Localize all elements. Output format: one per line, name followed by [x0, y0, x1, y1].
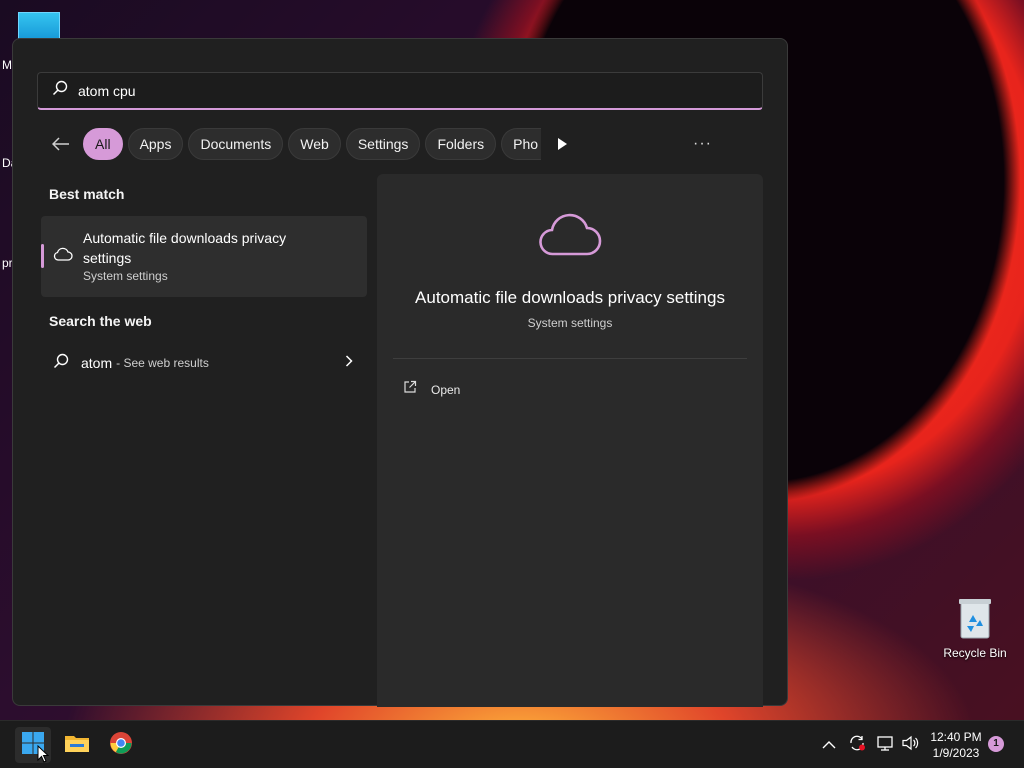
search-icon — [52, 80, 68, 101]
open-action[interactable]: Open — [403, 380, 460, 399]
best-match-title: Automatic file downloads privacy setting… — [83, 230, 287, 266]
filter-chip-settings[interactable]: Settings — [345, 128, 421, 160]
network-icon[interactable] — [876, 735, 894, 756]
search-box[interactable] — [37, 72, 763, 110]
divider — [393, 358, 747, 359]
system-tray — [822, 721, 920, 768]
detail-subtitle: System settings — [527, 316, 613, 330]
file-explorer-button[interactable] — [59, 727, 95, 763]
more-options-icon[interactable]: ··· — [693, 135, 712, 153]
filter-chip-web[interactable]: Web — [288, 128, 341, 160]
filter-chip-photos[interactable]: Pho — [501, 128, 542, 160]
start-button[interactable] — [15, 727, 51, 763]
back-arrow-icon[interactable] — [49, 132, 73, 156]
open-action-label: Open — [431, 382, 461, 397]
clock-time: 12:40 PM — [930, 730, 982, 744]
chrome-button[interactable] — [103, 727, 139, 763]
filter-chip-folders[interactable]: Folders — [425, 128, 497, 160]
cloud-icon — [53, 246, 73, 262]
chevron-right-icon — [345, 354, 353, 372]
filter-chip-apps[interactable]: Apps — [127, 128, 184, 160]
best-match-header: Best match — [49, 186, 125, 202]
filter-chip-documents[interactable]: Documents — [188, 128, 284, 160]
search-panel: All Apps Documents Web Settings Folders … — [12, 38, 788, 707]
best-match-subtitle: System settings — [83, 269, 168, 283]
search-icon — [53, 353, 69, 374]
selection-indicator — [41, 244, 44, 268]
recycle-bin[interactable]: Recycle Bin — [940, 596, 1010, 660]
filter-chip-all[interactable]: All — [83, 128, 123, 160]
chevron-up-icon[interactable] — [822, 736, 836, 754]
clock[interactable]: 12:40 PM 1/9/2023 — [920, 729, 992, 761]
cloud-icon — [537, 210, 603, 258]
desktop-label-fragment: M — [2, 58, 12, 72]
best-match-result[interactable]: Automatic file downloads privacy setting… — [41, 216, 367, 297]
recycle-bin-label: Recycle Bin — [943, 646, 1007, 660]
search-web-header: Search the web — [49, 313, 152, 329]
chrome-icon — [109, 731, 133, 760]
sync-icon[interactable] — [848, 735, 866, 756]
web-result[interactable]: atom - See web results — [53, 351, 353, 375]
detail-title: Automatic file downloads privacy setting… — [415, 288, 725, 307]
volume-icon[interactable] — [902, 735, 920, 756]
recycle-bin-icon — [957, 596, 993, 640]
taskbar: 12:40 PM 1/9/2023 — [0, 720, 1024, 768]
mouse-cursor-icon — [37, 744, 50, 768]
notification-badge[interactable]: 1 — [988, 736, 1004, 752]
file-explorer-icon — [64, 732, 90, 759]
clock-date: 1/9/2023 — [932, 746, 980, 760]
web-result-hint: - See web results — [116, 356, 209, 370]
filter-bar: All Apps Documents Web Settings Folders … — [49, 128, 570, 160]
scroll-right-icon[interactable] — [556, 137, 570, 151]
result-detail-pane: Automatic file downloads privacy setting… — [377, 174, 763, 707]
open-external-icon — [403, 380, 417, 399]
web-result-term: atom — [81, 355, 113, 371]
search-input[interactable] — [78, 82, 678, 99]
